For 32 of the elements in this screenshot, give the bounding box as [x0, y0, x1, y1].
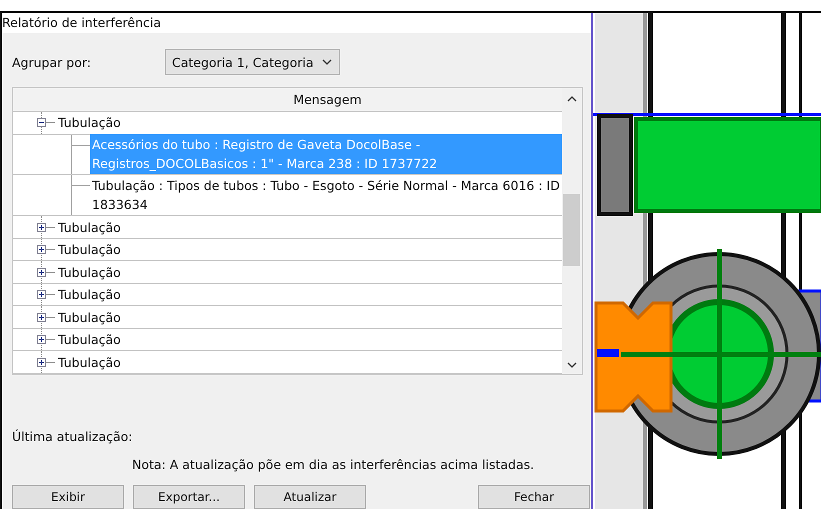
tree-item[interactable]: Tubulação : Tipos de tubos : Tubo - Esgoto - Série Normal - Marca 6016 : ID 1833634 [90, 175, 562, 216]
field-label: Agrupar por: [12, 54, 92, 70]
collapse-icon[interactable] [37, 118, 46, 128]
tree-item[interactable]: Tubulação [58, 242, 121, 258]
group-by-dropdown[interactable]: Categoria 1, Categoria [165, 49, 340, 75]
tree-item[interactable]: Tubulação [58, 332, 121, 348]
column-header[interactable]: Mensagem [13, 88, 562, 112]
scrollbar-thumb[interactable] [563, 194, 580, 266]
dialog-button[interactable]: Exportar... [133, 485, 245, 509]
tree-item[interactable]: Tubulação [58, 264, 121, 280]
window-title: Relatório de interferência [2, 13, 591, 33]
expand-icon[interactable] [37, 312, 46, 322]
expand-icon[interactable] [37, 245, 46, 254]
scroll-up-icon[interactable] [566, 96, 577, 102]
expand-icon[interactable] [37, 222, 46, 232]
tree-item[interactable]: Tubulação [58, 354, 121, 370]
scroll-down-icon[interactable] [566, 362, 577, 368]
tree-item[interactable]: Tubulação [58, 287, 121, 302]
last-update-label: Última atualização: [12, 429, 134, 444]
dialog-button[interactable]: Fechar [478, 485, 590, 509]
tree-item[interactable]: Tubulação [58, 115, 121, 130]
dialog-button[interactable]: Atualizar [254, 485, 366, 509]
expand-icon[interactable] [37, 335, 46, 344]
scrollbar[interactable] [562, 88, 582, 374]
dialog-button[interactable]: Exibir [12, 485, 124, 509]
expand-icon[interactable] [37, 358, 46, 367]
tree-item[interactable]: Tubulação [58, 220, 121, 235]
tree-item[interactable]: Tubulação [58, 310, 121, 325]
expand-icon[interactable] [37, 268, 46, 277]
dropdown-caret-icon[interactable] [322, 59, 332, 65]
note-text: Nota: A atualização põe em dia as interferências acima listadas. [132, 457, 536, 472]
expand-icon[interactable] [37, 290, 46, 300]
